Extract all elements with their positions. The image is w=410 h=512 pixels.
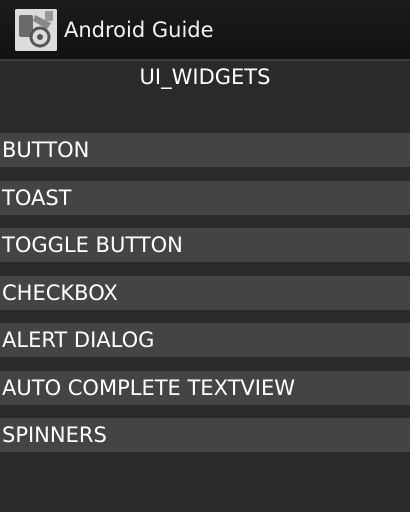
page-title: UI_WIDGETS [139,65,271,89]
app-logo-icon[interactable] [15,8,57,51]
list-item-toast[interactable]: TOAST [0,180,410,229]
list-item-label: AUTO COMPLETE TEXTVIEW [2,375,296,400]
list-item-label: ALERT DIALOG [2,328,155,352]
list-item-spinners[interactable]: SPINNERS [0,418,410,466]
list-item-label: SPINNERS [2,423,107,447]
list-item-label: CHECKBOX [2,280,118,305]
action-bar: Android Guide [0,0,410,61]
list-item-auto-complete-textview[interactable]: AUTO COMPLETE TEXTVIEW [0,370,410,419]
main-content: UI_WIDGETS BUTTON TOAST TOGGLE BUTTON CH… [0,61,410,512]
list-item-button[interactable]: BUTTON [0,133,410,181]
list-item-label: TOGGLE BUTTON [2,233,183,257]
widget-list: BUTTON TOAST TOGGLE BUTTON CHECKBOX ALER… [0,133,410,466]
app-title: Android Guide [64,17,214,42]
list-item-label: TOAST [2,185,72,210]
list-item-label: BUTTON [2,138,90,162]
list-item-checkbox[interactable]: CHECKBOX [0,275,410,324]
list-item-alert-dialog[interactable]: ALERT DIALOG [0,323,410,371]
list-item-toggle-button[interactable]: TOGGLE BUTTON [0,228,410,276]
